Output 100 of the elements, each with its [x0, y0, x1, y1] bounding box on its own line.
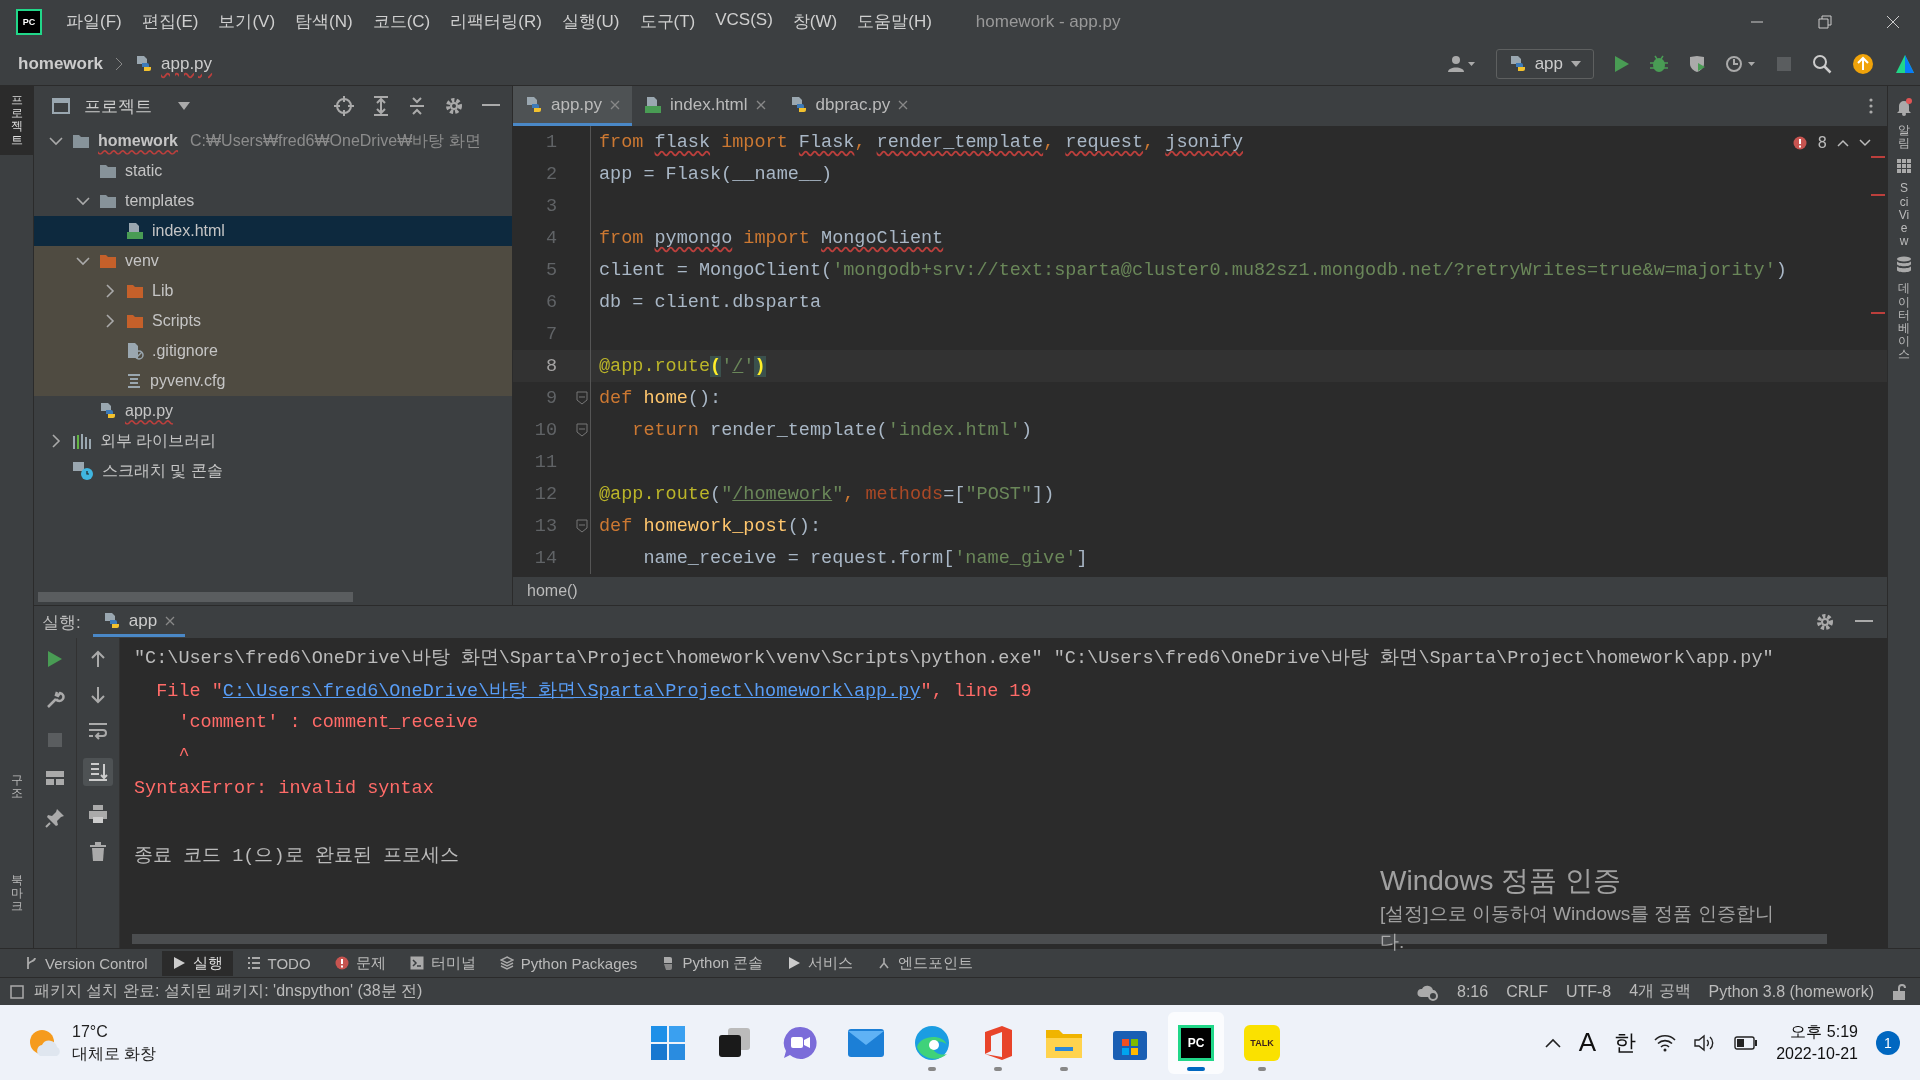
panel-toggle-icon[interactable]	[10, 984, 24, 999]
plugin-logo-icon[interactable]	[1894, 53, 1916, 75]
close-icon[interactable]	[1886, 14, 1900, 29]
mail-icon[interactable]	[847, 1027, 885, 1058]
fold-icon[interactable]	[576, 519, 588, 533]
settings-icon[interactable]	[1815, 612, 1835, 632]
tree-item[interactable]: venv	[34, 246, 512, 276]
chevron-up-icon[interactable]	[1837, 139, 1849, 147]
breadcrumb-scope[interactable]: home()	[527, 582, 578, 600]
tree-item[interactable]: Lib	[34, 276, 512, 306]
wrench-icon[interactable]	[45, 690, 65, 710]
weather-description[interactable]: 대체로 화창	[72, 1042, 157, 1065]
tree-item[interactable]: templates	[34, 186, 512, 216]
temperature[interactable]: 17°C	[72, 1020, 157, 1043]
menu-item[interactable]: 도움말(H)	[857, 10, 932, 33]
tool-window-tab[interactable]: 데이터베이스	[1898, 282, 1910, 362]
start-icon[interactable]	[650, 1024, 686, 1061]
pin-icon[interactable]	[45, 808, 65, 828]
fold-icon[interactable]	[576, 423, 588, 437]
print-icon[interactable]	[88, 804, 108, 824]
locate-icon[interactable]	[334, 96, 354, 116]
wifi-icon[interactable]	[1654, 1033, 1677, 1052]
input-mode[interactable]: A	[1578, 1027, 1597, 1058]
notification-badge[interactable]: 1	[1876, 1030, 1900, 1055]
file-link[interactable]: C:\Users\fred6\OneDrive\바탕 화면\Sparta\Project\homework\app.py	[222, 681, 921, 702]
tool-tab[interactable]: 엔드포인트	[867, 950, 984, 976]
menu-item[interactable]: 코드(C)	[372, 10, 431, 33]
grid-icon[interactable]	[1896, 158, 1912, 175]
soft-wrap-icon[interactable]	[88, 722, 108, 740]
tree-item[interactable]: pyvenv.cfg	[34, 366, 512, 396]
arrow-up-icon[interactable]	[90, 650, 106, 668]
search-icon[interactable]	[1812, 54, 1832, 74]
restore-icon[interactable]	[1818, 14, 1832, 29]
chevron-down-icon[interactable]	[49, 136, 63, 146]
tool-tab[interactable]: Version Control	[14, 951, 158, 975]
status-item[interactable]: CRLF	[1506, 982, 1548, 1001]
hide-icon[interactable]	[482, 104, 500, 108]
close-icon[interactable]	[165, 615, 176, 626]
menu-item[interactable]: 창(W)	[792, 10, 838, 33]
collapse-all-icon[interactable]	[408, 96, 426, 116]
shield-icon[interactable]	[1688, 55, 1706, 73]
more-icon[interactable]	[1869, 98, 1873, 114]
tool-tab[interactable]: 터미널	[399, 950, 486, 976]
bug-icon[interactable]	[1650, 55, 1668, 73]
database-icon[interactable]	[1896, 256, 1912, 275]
menu-item[interactable]: 파일(F)	[66, 10, 122, 33]
tool-tab[interactable]: Python Packages	[489, 951, 648, 975]
battery-icon[interactable]	[1734, 1035, 1759, 1050]
status-item[interactable]: UTF-8	[1565, 982, 1612, 1001]
user-icon[interactable]	[1447, 55, 1476, 73]
unlock-icon[interactable]	[1892, 983, 1906, 1000]
bell-icon[interactable]	[1896, 98, 1912, 116]
layout-icon[interactable]	[45, 770, 65, 786]
chevron-down-icon[interactable]	[1859, 139, 1871, 147]
messenger-icon[interactable]: TALK	[1244, 1024, 1280, 1061]
run-icon[interactable]	[47, 650, 63, 668]
chevron-right-icon[interactable]	[105, 284, 115, 298]
profiler-icon[interactable]	[1726, 55, 1756, 73]
tree-item[interactable]: 스크래치 및 콘솔	[34, 456, 512, 486]
tool-tab[interactable]: 문제	[324, 950, 396, 976]
browser-icon[interactable]	[914, 1024, 950, 1061]
menu-item[interactable]: 보기(V)	[218, 10, 276, 33]
status-item[interactable]: 8:16	[1457, 982, 1489, 1001]
tool-window-tab[interactable]: 알림	[1898, 124, 1910, 151]
clock-time[interactable]: 오후 5:19	[1790, 1020, 1858, 1043]
tool-window-tab[interactable]: SciView	[1898, 182, 1910, 249]
scroll-to-end-icon[interactable]	[83, 758, 113, 786]
menu-item[interactable]: 탐색(N)	[295, 10, 353, 33]
arrow-down-icon[interactable]	[90, 686, 106, 704]
tree-item[interactable]: 외부 라이브러리	[34, 426, 512, 456]
tree-item[interactable]: static	[34, 156, 512, 186]
office-icon[interactable]	[982, 1024, 1014, 1061]
tool-window-tab[interactable]: 구조	[10, 774, 23, 801]
run-config-dropdown[interactable]: app	[1495, 49, 1594, 79]
menu-item[interactable]: 편집(E)	[141, 10, 199, 33]
tool-window-tab[interactable]: 북마크	[10, 874, 23, 914]
status-item[interactable]: 4개 공백	[1629, 981, 1691, 1002]
menu-item[interactable]: 실행(U)	[561, 10, 620, 33]
editor-tab[interactable]: dbprac.py	[777, 86, 921, 126]
chevron-right-icon[interactable]	[105, 314, 115, 328]
update-icon[interactable]	[1852, 53, 1874, 75]
tree-item[interactable]: Scripts	[34, 306, 512, 336]
tree-item[interactable]: homework C:₩Users₩fred6₩OneDrive₩바탕 화면	[34, 126, 512, 156]
tree-item[interactable]: app.py	[34, 396, 512, 426]
close-icon[interactable]	[755, 99, 766, 110]
chevron-down-icon[interactable]	[76, 196, 90, 206]
scrollbar-thumb[interactable]	[38, 592, 353, 602]
tool-tab[interactable]: 서비스	[777, 950, 864, 976]
tree-item[interactable]: .gitignore	[34, 336, 512, 366]
settings-icon[interactable]	[444, 96, 464, 116]
chat-icon[interactable]	[782, 1024, 818, 1061]
breadcrumb-item[interactable]: app.py	[161, 54, 213, 74]
ide-icon[interactable]: PC	[1178, 1024, 1214, 1061]
tool-tab[interactable]: TODO	[236, 951, 321, 975]
editor-tab[interactable]: app.py	[513, 86, 633, 126]
menu-item[interactable]: VCS(S)	[715, 10, 773, 33]
ime-indicator[interactable]: 한	[1614, 1027, 1637, 1058]
status-message[interactable]: 패키지 설치 완료: 설치된 패키지: 'dnspython' (38분 전)	[34, 981, 423, 1002]
trash-icon[interactable]	[89, 842, 107, 862]
run-icon[interactable]	[1614, 55, 1630, 73]
